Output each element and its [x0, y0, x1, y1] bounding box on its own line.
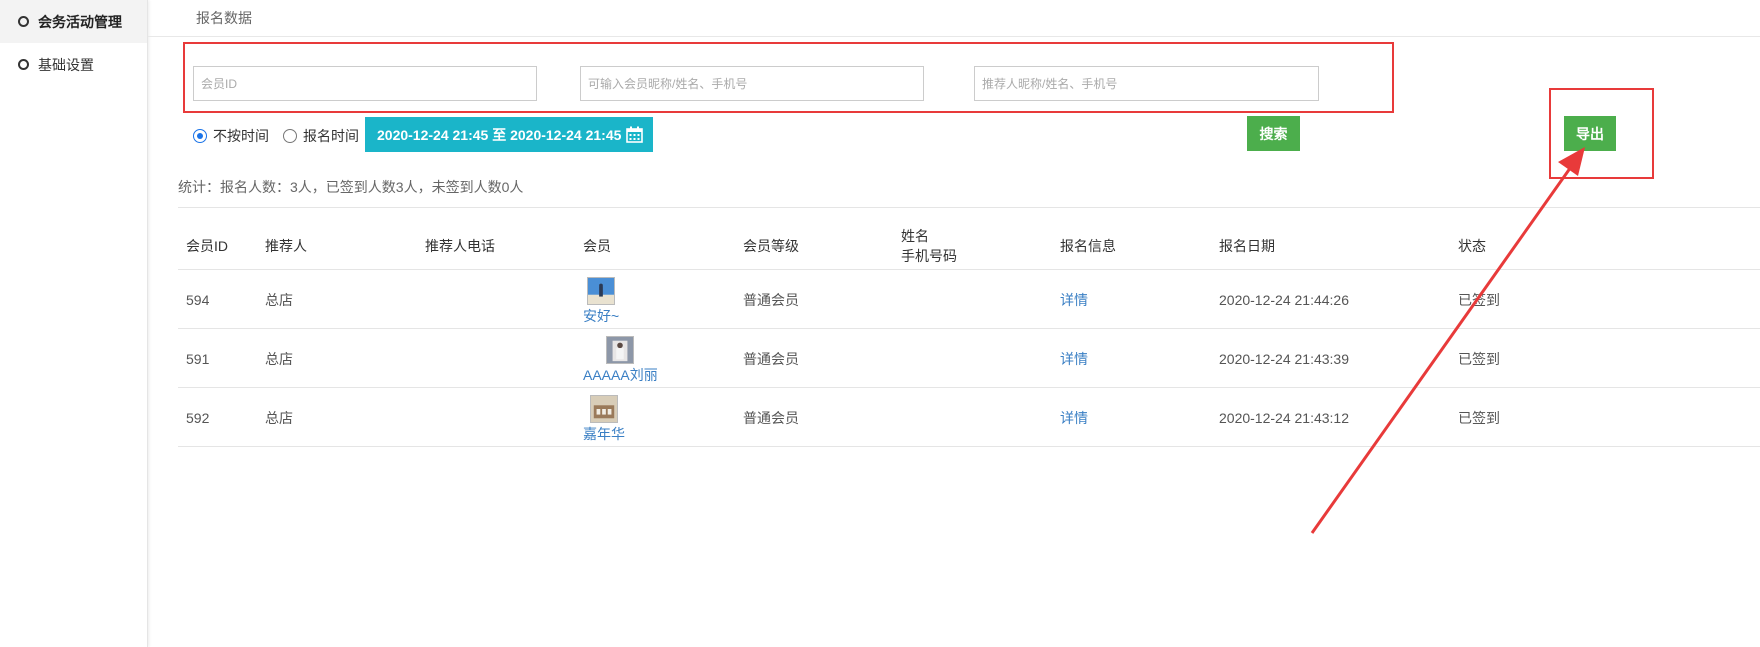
time-filter-radios: 不按时间 报名时间: [193, 121, 373, 151]
header-member: 会员: [583, 238, 611, 254]
cell-referrer: 总店: [265, 350, 293, 367]
details-link[interactable]: 详情: [1060, 270, 1088, 329]
export-button[interactable]: 导出: [1564, 116, 1616, 151]
cell-member-id: 592: [186, 409, 210, 426]
cell-signup-date: 2020-12-24 21:43:39: [1219, 350, 1349, 367]
page-header: 报名数据: [148, 0, 1760, 37]
avatar[interactable]: [590, 395, 618, 423]
sidebar-item-label: 会务活动管理: [38, 13, 122, 30]
calendar-icon[interactable]: [626, 126, 643, 143]
details-link[interactable]: 详情: [1060, 329, 1088, 388]
cell-referrer: 总店: [265, 291, 293, 308]
header-signup-info: 报名信息: [1060, 238, 1116, 254]
cell-member: 安好~: [583, 270, 619, 329]
sidebar: 会务活动管理 基础设置: [0, 0, 148, 647]
referrer-input[interactable]: [974, 66, 1319, 101]
header-member-id: 会员ID: [186, 238, 228, 254]
divider: [178, 207, 1760, 208]
header-referrer: 推荐人: [265, 238, 307, 254]
status-badge: 已签到: [1458, 350, 1500, 367]
header-name-phone: 姓名 手机号码: [901, 222, 957, 270]
member-info-input[interactable]: [580, 66, 924, 101]
table-header: 会员ID 推荐人 推荐人电话 会员 会员等级 姓名 手机号码 报名信息 报名日期…: [178, 222, 1760, 270]
search-button[interactable]: 搜索: [1247, 116, 1300, 151]
cell-member-id: 594: [186, 291, 210, 308]
header-signup-date: 报名日期: [1219, 238, 1275, 254]
sidebar-item-activity-management[interactable]: 会务活动管理: [0, 0, 147, 43]
cell-member: 嘉年华: [583, 388, 625, 447]
avatar[interactable]: [606, 336, 635, 364]
cell-signup-date: 2020-12-24 21:43:12: [1219, 409, 1349, 426]
cell-member-id: 591: [186, 350, 210, 367]
radio-signup-time[interactable]: [283, 129, 297, 143]
sidebar-item-basic-settings[interactable]: 基础设置: [0, 43, 147, 86]
circle-icon: [18, 59, 29, 70]
header-phone: 手机号码: [901, 248, 957, 264]
status-badge: 已签到: [1458, 409, 1500, 426]
date-range-text: 2020-12-24 21:45 至 2020-12-24 21:45: [377, 126, 622, 143]
cell-signup-date: 2020-12-24 21:44:26: [1219, 291, 1349, 308]
main-content: 报名数据 不按时间 报名时间 2020-12-24 21:45 至 2020-1…: [148, 0, 1760, 647]
details-link[interactable]: 详情: [1060, 388, 1088, 447]
radio-signup-time-label[interactable]: 报名时间: [303, 126, 359, 146]
radio-no-time[interactable]: [193, 129, 207, 143]
stats-summary: 统计：报名人数：3人，已签到人数3人，未签到人数0人: [178, 179, 524, 195]
member-id-input[interactable]: [193, 66, 537, 101]
page-title: 报名数据: [196, 10, 252, 26]
cell-member-level: 普通会员: [743, 350, 799, 367]
cell-member-level: 普通会员: [743, 291, 799, 308]
member-name-link[interactable]: 嘉年华: [583, 424, 625, 444]
member-name-link[interactable]: 安好~: [583, 306, 619, 326]
sidebar-item-label: 基础设置: [38, 56, 94, 73]
radio-no-time-label[interactable]: 不按时间: [213, 126, 269, 146]
cell-member: AAAAA刘丽: [583, 329, 658, 388]
signup-table: 会员ID 推荐人 推荐人电话 会员 会员等级 姓名 手机号码 报名信息 报名日期…: [178, 222, 1760, 447]
header-status: 状态: [1458, 238, 1486, 254]
table-row: 592 总店 嘉年华 普通会员 详情 2020-12-24 21:43:12 已…: [178, 388, 1760, 447]
table-row: 594 总店 安好~ 普通会员 详情 2020-12-24 21:44:26 已…: [178, 270, 1760, 329]
header-member-level: 会员等级: [743, 238, 799, 254]
member-name-link[interactable]: AAAAA刘丽: [583, 365, 658, 385]
avatar[interactable]: [587, 277, 616, 305]
cell-referrer: 总店: [265, 409, 293, 426]
cell-member-level: 普通会员: [743, 409, 799, 426]
circle-icon: [18, 16, 29, 27]
table-row: 591 总店 AAAAA刘丽 普通会员 详情 2020-12-24 21:43:…: [178, 329, 1760, 388]
header-name: 姓名: [901, 228, 929, 244]
status-badge: 已签到: [1458, 291, 1500, 308]
header-referrer-phone: 推荐人电话: [425, 238, 495, 254]
date-range-picker[interactable]: 2020-12-24 21:45 至 2020-12-24 21:45: [365, 117, 653, 152]
